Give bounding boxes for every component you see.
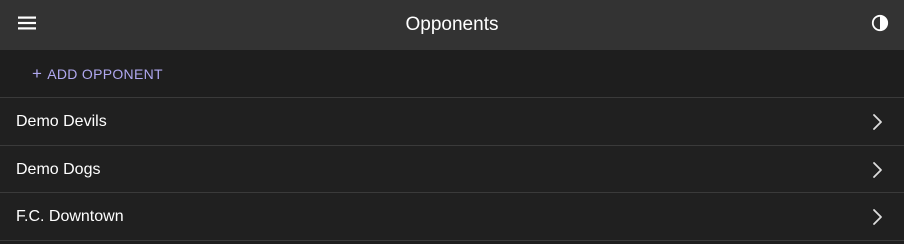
opponent-name: Demo Dogs [16,160,101,178]
app-window: Opponents + ADD OPPONENT Demo Devils Dem… [0,0,904,244]
list-item[interactable]: Demo Dogs [0,145,904,193]
contrast-icon [871,14,889,37]
chevron-right-icon [870,161,884,179]
list-item[interactable]: Demo Devils [0,98,904,146]
theme-toggle-button[interactable] [862,5,898,45]
menu-button[interactable] [6,5,48,45]
add-opponent-label: ADD OPPONENT [47,66,163,82]
action-bar: + ADD OPPONENT [0,50,904,98]
page-title: Opponents [405,14,499,35]
opponents-list: Demo Devils Demo Dogs F.C. Downtown [0,98,904,241]
chevron-right-icon [870,113,884,131]
add-opponent-button[interactable]: + ADD OPPONENT [24,61,171,87]
chevron-right-icon [870,208,884,226]
menu-icon [17,15,37,36]
top-app-bar: Opponents [0,0,904,50]
opponent-name: Demo Devils [16,113,107,130]
list-item[interactable]: F.C. Downtown [0,193,904,241]
opponent-name: F.C. Downtown [16,208,124,225]
plus-icon: + [32,64,43,83]
